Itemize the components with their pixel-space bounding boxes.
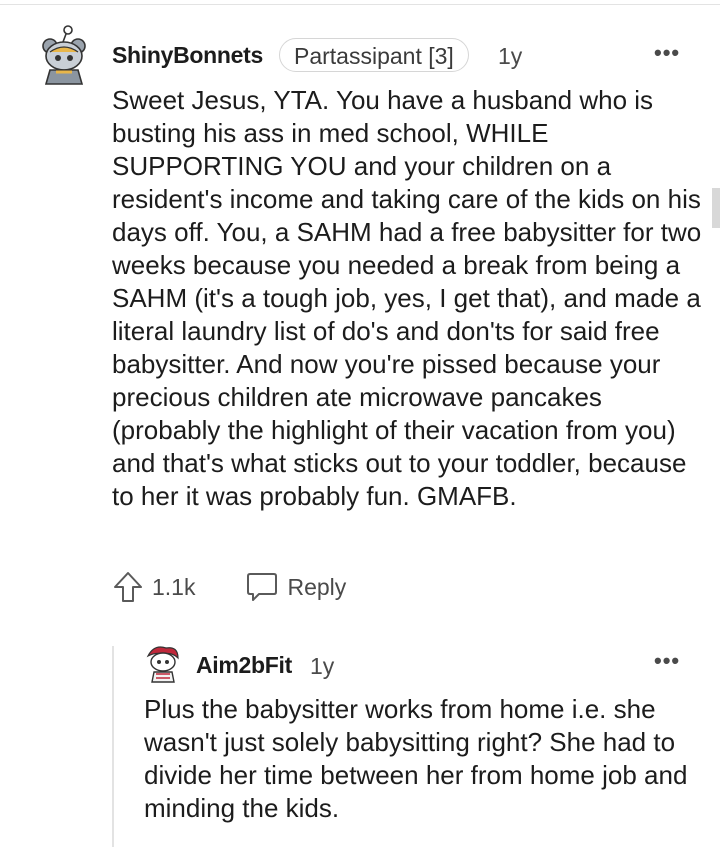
reply-bubble-icon xyxy=(247,573,278,601)
comment-age: 1y xyxy=(498,43,523,69)
snoo-avatar-icon xyxy=(146,646,179,683)
vote-count: 1.1k xyxy=(152,573,196,600)
reply-username[interactable]: Aim2bFit xyxy=(196,652,292,679)
comment-username[interactable]: ShinyBonnets xyxy=(112,42,263,69)
comment-more-options-button[interactable]: ••• xyxy=(654,40,680,66)
thread-line[interactable] xyxy=(112,646,114,847)
reply-more-options-button[interactable]: ••• xyxy=(654,648,680,674)
upvote-button[interactable]: 1.1k xyxy=(112,570,195,604)
reply-label: Reply xyxy=(287,573,347,600)
upvote-arrow-icon xyxy=(114,572,142,602)
reply-user-avatar[interactable] xyxy=(144,644,182,684)
user-flair-badge: Partassipant [3] xyxy=(279,38,469,72)
comment-body: Sweet Jesus, YTA. You have a husband who… xyxy=(112,85,702,511)
user-avatar[interactable] xyxy=(36,24,92,88)
scrollbar-thumb[interactable] xyxy=(712,188,720,228)
reply-body: Plus the babysitter works from home i.e.… xyxy=(144,694,688,823)
reply-age: 1y xyxy=(310,653,335,679)
snoo-avatar-icon xyxy=(42,25,86,85)
top-divider xyxy=(0,4,720,5)
reply-button[interactable]: Reply xyxy=(245,571,346,603)
comment-actions: 1.1k Reply xyxy=(112,570,346,604)
